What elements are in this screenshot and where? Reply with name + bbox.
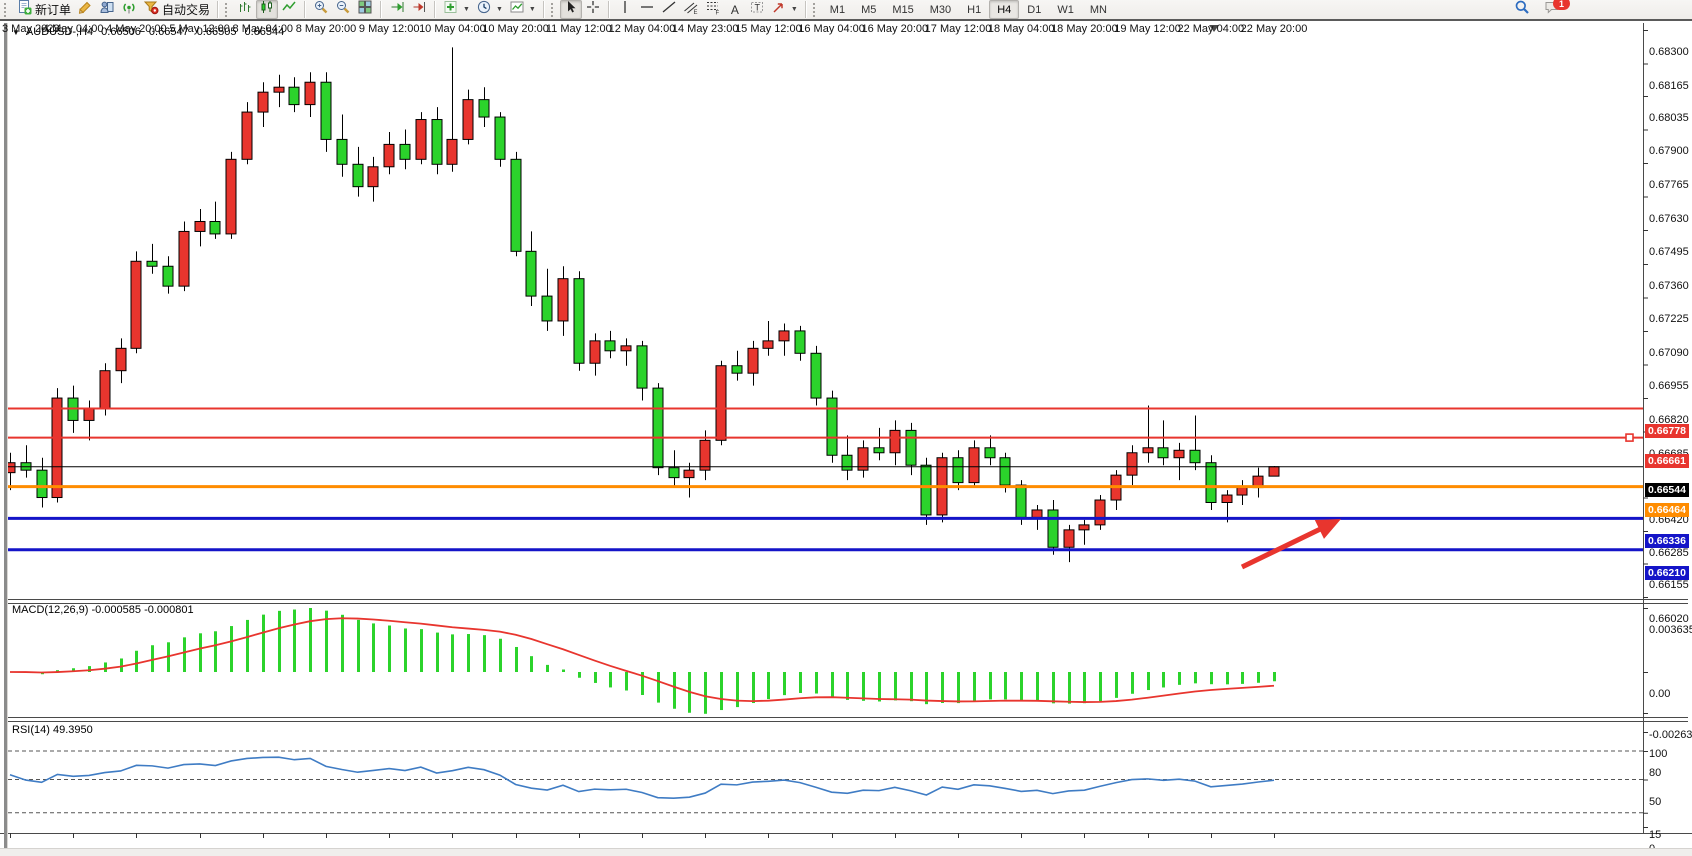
- rsi-level-label: 80: [1649, 767, 1661, 779]
- macd-tick-label: 0.003635: [1649, 624, 1692, 636]
- candles: [5, 47, 1279, 562]
- price-tick-label: 0.66955: [1649, 380, 1689, 392]
- mt4-window: 新订单 自动交易: [0, 0, 1692, 856]
- hline-price-label: 0.66544: [1645, 483, 1689, 497]
- price-tick-label: 0.67225: [1649, 313, 1689, 325]
- rsi-indicator-label: RSI(14) 49.3950: [12, 724, 93, 736]
- macd-tick-label: -0.00263: [1649, 729, 1692, 741]
- price-tick-label: 0.67765: [1649, 179, 1689, 191]
- hline-selection-handle: [1626, 434, 1633, 441]
- macd-tick-label: 0.00: [1649, 688, 1670, 700]
- price-tick-label: 0.68165: [1649, 80, 1689, 92]
- window-left-border: [4, 23, 8, 848]
- status-strip: [0, 848, 1692, 856]
- price-tick-label: 0.66285: [1649, 547, 1689, 559]
- price-tick-label: 0.68300: [1649, 46, 1689, 58]
- price-tick-label: 0.67090: [1649, 347, 1689, 359]
- price-tick-label: 0.66155: [1649, 579, 1689, 591]
- trend-arrow-annotation: [1242, 519, 1341, 567]
- price-tick-label: 0.68035: [1649, 112, 1689, 124]
- chart-canvas[interactable]: ▼ AUDUSD-,H4 0.66506 0.66547 0.66505 0.6…: [0, 23, 1692, 856]
- macd-indicator-label: MACD(12,26,9) -0.000585 -0.000801: [12, 604, 194, 616]
- time-tick-label: 22 May 20:00: [1234, 23, 1314, 35]
- rsi-line: [10, 757, 1274, 798]
- price-tick-label: 0.67900: [1649, 145, 1689, 157]
- price-tick-label: 0.67630: [1649, 213, 1689, 225]
- hline-price-label: 0.66336: [1645, 534, 1689, 548]
- hline-price-label: 0.66464: [1645, 503, 1689, 517]
- chart-svg: [0, 0, 1692, 856]
- macd-histogram: [11, 608, 1275, 714]
- rsi-level-label: 15: [1649, 829, 1661, 841]
- price-tick-label: 0.67360: [1649, 280, 1689, 292]
- rsi-level-label: 50: [1649, 796, 1661, 808]
- rsi-level-label: 100: [1649, 748, 1667, 760]
- hline-price-label: 0.66210: [1645, 566, 1689, 580]
- hline-price-label: 0.66661: [1645, 454, 1689, 468]
- price-tick-label: 0.67495: [1649, 246, 1689, 258]
- hline-price-label: 0.66778: [1645, 424, 1689, 438]
